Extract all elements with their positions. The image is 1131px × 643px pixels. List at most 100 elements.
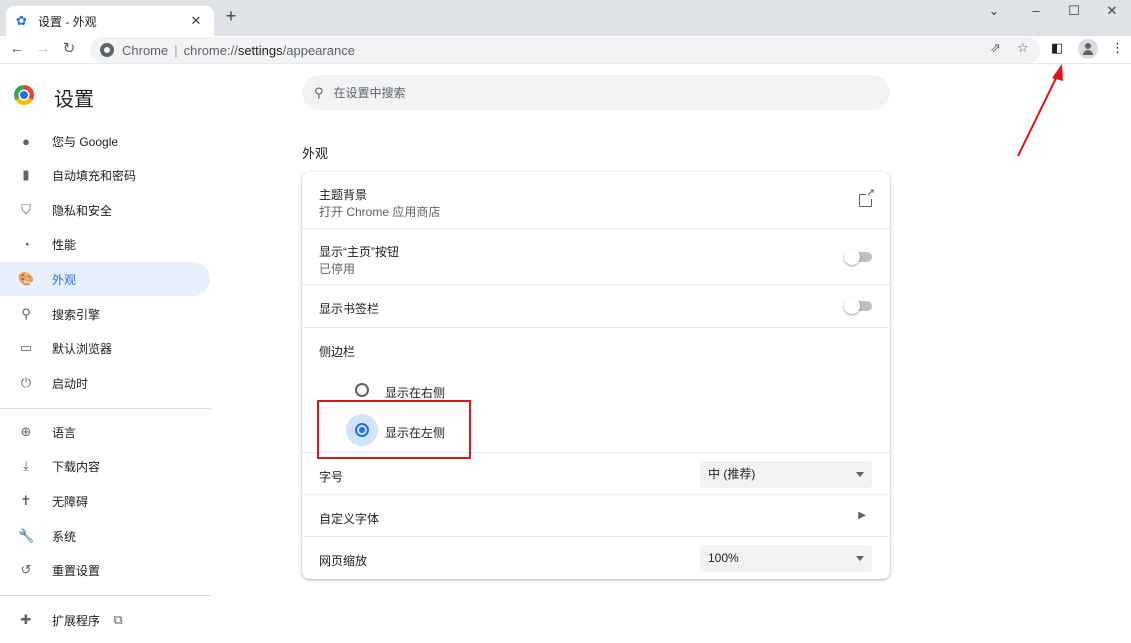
dropdown-arrow-icon — [856, 472, 864, 477]
theme-row[interactable]: 主题背景 打开 Chrome 应用商店 — [302, 172, 890, 228]
url-scheme: chrome:// — [183, 42, 238, 58]
annotation-arrow — [1017, 64, 1063, 157]
bookmarks-bar-row: 显示书签栏 — [302, 284, 890, 327]
power-icon: ⏻ — [20, 375, 32, 390]
sidebar-item-privacy[interactable]: ⛉ 隐私和安全 — [0, 193, 210, 227]
dropdown-arrow-icon — [856, 556, 864, 561]
sidebar-item-reset[interactable]: ↺ 重置设置 — [0, 553, 210, 587]
bookmarks-bar-title: 显示书签栏 — [319, 302, 380, 316]
radio-right-label: 显示在右侧 — [385, 386, 446, 400]
address-bar[interactable]: Chrome | chrome:// settings /appearance — [90, 37, 1040, 63]
font-size-value: 中 (推荐) — [708, 467, 756, 481]
sidebar-item-label: 启动时 — [52, 376, 89, 391]
url-host: settings — [237, 42, 283, 58]
appearance-card: 主题背景 打开 Chrome 应用商店 显示“主页”按钮 已停用 显示书签栏 侧… — [302, 172, 890, 579]
omnibox-chrome-label: Chrome — [122, 42, 169, 58]
theme-subtitle: 打开 Chrome 应用商店 — [319, 205, 441, 219]
home-button-title: 显示“主页”按钮 — [319, 245, 399, 259]
page-zoom-title: 网页缩放 — [319, 554, 368, 568]
sidebar-divider — [0, 408, 212, 409]
sidebar-item-default-browser[interactable]: ▭ 默认浏览器 — [0, 331, 210, 365]
new-tab-button[interactable]: + — [220, 6, 242, 28]
page-zoom-value: 100% — [708, 551, 739, 565]
close-icon[interactable]: ✕ — [188, 13, 204, 29]
sidebar-divider — [0, 595, 212, 596]
gear-icon: ✿ — [16, 13, 27, 28]
radio-right[interactable] — [355, 383, 369, 397]
reload-button[interactable]: ↻ — [58, 38, 80, 60]
font-size-title: 字号 — [319, 470, 344, 484]
side-panel-icon[interactable]: ◧ — [1051, 40, 1063, 56]
home-button-row: 显示“主页”按钮 已停用 — [302, 228, 890, 284]
sidebar-item-label: 语言 — [52, 425, 77, 440]
sidebar-item-performance[interactable]: ◔ 性能 — [0, 227, 210, 261]
close-icon[interactable]: ✕ — [1093, 0, 1131, 30]
forward-button[interactable]: → — [32, 38, 54, 60]
page-zoom-select[interactable]: 100% — [700, 545, 872, 572]
chrome-logo — [14, 85, 34, 105]
globe-icon: ⊕ — [20, 424, 32, 439]
sidebar-item-appearance[interactable]: 🎨 外观 — [0, 262, 210, 296]
more-menu-icon[interactable]: ⋮ — [1111, 40, 1124, 56]
sidebar-item-label: 无障碍 — [52, 494, 89, 509]
minimize-icon[interactable]: – — [1017, 0, 1055, 30]
home-button-toggle[interactable] — [844, 249, 872, 265]
share-icon[interactable]: ⇗ — [990, 40, 1001, 56]
sidebar-item-system[interactable]: 🔧 系统 — [0, 519, 210, 553]
sidebar-item-label: 自动填充和密码 — [52, 168, 137, 183]
sidebar-item-on-startup[interactable]: ⏻ 启动时 — [0, 366, 210, 400]
sidebar-item-languages[interactable]: ⊕ 语言 — [0, 415, 210, 449]
profile-avatar[interactable] — [1078, 39, 1098, 59]
page-zoom-row: 网页缩放 100% — [302, 536, 890, 579]
omnibox-separator: | — [174, 42, 178, 58]
sidebar-item-label: 搜索引擎 — [52, 307, 101, 322]
section-title: 外观 — [302, 146, 329, 161]
sidebar-item-extensions[interactable]: ✚ 扩展程序 ⧉ — [0, 603, 210, 637]
search-placeholder: 在设置中搜索 — [333, 86, 406, 100]
chevron-right-icon: ▶ — [858, 510, 866, 521]
speedometer-icon: ◔ — [22, 236, 30, 252]
tab-strip: ✿ 设置 - 外观 ✕ + ⌄ – ☐ ✕ — [0, 0, 1131, 36]
sidebar-item-label: 扩展程序 — [52, 613, 101, 628]
browser-icon: ▭ — [19, 340, 33, 355]
tab-settings[interactable]: ✿ 设置 - 外观 ✕ — [6, 6, 214, 36]
sidebar-item-accessibility[interactable]: ✝ 无障碍 — [0, 484, 210, 518]
sidebar-item-label: 您与 Google — [52, 134, 119, 149]
sidebar-item-search-engine[interactable]: ⚲ 搜索引擎 — [0, 297, 210, 331]
reset-icon: ↺ — [20, 562, 32, 577]
bookmarks-bar-toggle[interactable] — [844, 298, 872, 314]
sidebar-item-label: 系统 — [52, 529, 77, 544]
side-panel-title: 侧边栏 — [319, 345, 356, 359]
page-title: 设置 — [54, 89, 94, 111]
font-size-select[interactable]: 中 (推荐) — [700, 461, 872, 488]
person-icon: ● — [22, 133, 30, 149]
sidebar-item-you-and-google[interactable]: ● 您与 Google — [0, 124, 210, 158]
custom-fonts-title: 自定义字体 — [319, 512, 380, 526]
sidebar-item-label: 外观 — [52, 272, 77, 287]
url-path: /appearance — [282, 42, 355, 58]
sidebar-item-label: 隐私和安全 — [52, 203, 113, 218]
tab-title: 设置 - 外观 — [38, 14, 97, 29]
settings-search[interactable]: ⚲ 在设置中搜索 — [302, 75, 890, 110]
sidebar-item-autofill[interactable]: ▮ 自动填充和密码 — [0, 158, 210, 192]
accessibility-icon: ✝ — [20, 493, 32, 508]
custom-fonts-row[interactable]: 自定义字体 ▶ — [302, 494, 890, 536]
puzzle-icon: ✚ — [20, 612, 32, 627]
maximize-icon[interactable]: ☐ — [1055, 0, 1093, 30]
annotation-highlight-box — [317, 400, 471, 459]
wrench-icon: 🔧 — [18, 528, 35, 543]
open-in-new-icon[interactable] — [859, 188, 875, 207]
sidebar-item-label: 性能 — [52, 237, 77, 252]
bookmark-star-icon[interactable]: ☆ — [1017, 40, 1029, 56]
sidebar-item-downloads[interactable]: ⤓ 下载内容 — [0, 449, 210, 483]
sidebar-item-label: 重置设置 — [52, 563, 101, 578]
search-icon: ⚲ — [21, 306, 31, 321]
toolbar: ← → ↻ Chrome | chrome:// settings /appea… — [0, 36, 1131, 64]
chevron-down-icon[interactable]: ⌄ — [975, 0, 1013, 30]
chrome-icon — [100, 43, 114, 57]
search-icon: ⚲ — [314, 84, 324, 100]
download-icon: ⤓ — [23, 458, 29, 473]
back-button[interactable]: ← — [6, 38, 28, 60]
open-in-new-icon: ⧉ — [113, 612, 123, 627]
palette-icon: 🎨 — [18, 271, 35, 286]
